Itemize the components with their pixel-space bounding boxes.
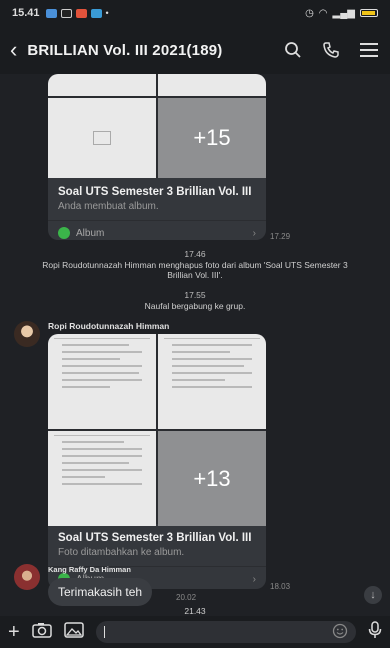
app-notification-icon	[75, 8, 87, 18]
status-right: ◷ ◠ ▂▄▆	[305, 8, 378, 19]
gallery-notification-icon	[90, 8, 102, 18]
tiktok-notification-icon	[60, 8, 72, 18]
album-footer[interactable]: Album ›	[48, 220, 266, 240]
system-message-text: Naufal bergabung ke grup.	[144, 300, 246, 311]
menu-icon[interactable]	[358, 39, 380, 61]
system-message: 17.55 Naufal bergabung ke grup.	[0, 290, 390, 311]
message-bubble[interactable]: Terimakasih teh	[48, 578, 153, 606]
album-title: Soal UTS Semester 3 Brillian Vol. III	[58, 532, 252, 544]
date-divider-text: 21.43	[184, 606, 206, 616]
avatar[interactable]	[14, 321, 40, 347]
plus-icon[interactable]: +	[8, 621, 20, 644]
album-card[interactable]: +15 Soal UTS Semester 3 Brillian Vol. II…	[48, 74, 266, 240]
album-info: Soal UTS Semester 3 Brillian Vol. III Fo…	[48, 524, 266, 566]
album-photo[interactable]	[48, 431, 156, 526]
album-thumbnails[interactable]: +15	[48, 74, 266, 178]
message-input[interactable]	[95, 621, 356, 643]
album-photo[interactable]	[48, 334, 156, 429]
system-message-time: 17.46	[184, 249, 206, 259]
more-count: +15	[193, 125, 231, 150]
more-count: +13	[193, 465, 231, 491]
album-subtitle: Anda membuat album.	[58, 201, 159, 212]
album-more-photos[interactable]: +15	[158, 98, 266, 178]
message-timestamp: 20.02	[176, 593, 197, 602]
date-divider: 21.43	[0, 606, 390, 616]
album-photo[interactable]	[48, 98, 156, 178]
gallery-icon[interactable]	[63, 621, 84, 643]
arrow-down-icon: ↓	[370, 589, 376, 601]
album-badge-icon	[58, 227, 70, 239]
album-photo[interactable]	[158, 334, 266, 429]
message-timestamp: 17.29	[270, 232, 291, 241]
system-message-time: 17.55	[184, 290, 206, 300]
chevron-right-icon: ›	[252, 573, 256, 585]
message-text: Terimakasih teh	[58, 585, 143, 599]
album-title: Soal UTS Semester 3 Brillian Vol. III	[58, 186, 252, 198]
message-timestamp: 18.03	[270, 582, 291, 591]
signal-icon: ▂▄▆	[332, 7, 355, 19]
emoji-icon[interactable]	[332, 623, 348, 642]
scroll-down-button[interactable]: ↓	[364, 586, 382, 604]
album-subtitle: Foto ditambahkan ke album.	[58, 547, 185, 558]
battery-icon	[360, 9, 378, 17]
search-icon[interactable]	[282, 39, 304, 61]
album-info: Soal UTS Semester 3 Brillian Vol. III An…	[48, 178, 266, 220]
chevron-right-icon: ›	[252, 227, 256, 239]
document-preview	[164, 338, 260, 393]
message-composer: +	[0, 616, 390, 648]
call-icon[interactable]	[320, 39, 342, 61]
more-notifications-icon: •	[105, 8, 109, 18]
system-message: 17.46 Ropi Roudotunnazah Himman menghapu…	[0, 249, 390, 281]
chat-area[interactable]: +15 Soal UTS Semester 3 Brillian Vol. II…	[0, 74, 390, 616]
album-card[interactable]: +13 Soal UTS Semester 3 Brillian Vol. II…	[48, 334, 266, 589]
header-actions	[282, 39, 380, 61]
album-more-photos[interactable]: +13	[158, 431, 266, 526]
document-preview	[54, 435, 150, 490]
album-photo[interactable]	[158, 74, 266, 96]
microphone-icon[interactable]	[368, 620, 382, 644]
status-time: 15.41	[12, 7, 40, 19]
text-cursor	[103, 626, 105, 638]
sender-name[interactable]: Ropi Roudotunnazah Himman	[48, 321, 169, 331]
alarm-icon: ◷	[305, 7, 314, 19]
back-icon[interactable]: ‹	[10, 37, 17, 63]
status-bar: 15.41 • ◷ ◠ ▂▄▆	[0, 0, 390, 26]
chat-header: ‹ BRILLIAN Vol. III 2021(189)	[0, 26, 390, 74]
wifi-icon: ◠	[318, 7, 328, 19]
document-preview	[54, 338, 150, 393]
message-notification-icon	[45, 8, 57, 18]
avatar[interactable]	[14, 564, 40, 590]
album-footer-label: Album	[76, 227, 105, 239]
image-placeholder-icon	[93, 131, 111, 145]
album-photo[interactable]	[48, 74, 156, 96]
camera-icon[interactable]	[31, 622, 52, 643]
sender-name[interactable]: Kang Raffy Da Himman	[48, 565, 131, 574]
chat-title[interactable]: BRILLIAN Vol. III 2021(189)	[27, 42, 222, 59]
system-message-text: Ropi Roudotunnazah Himman menghapus foto…	[42, 259, 348, 281]
album-thumbnails[interactable]: +13	[48, 334, 266, 526]
